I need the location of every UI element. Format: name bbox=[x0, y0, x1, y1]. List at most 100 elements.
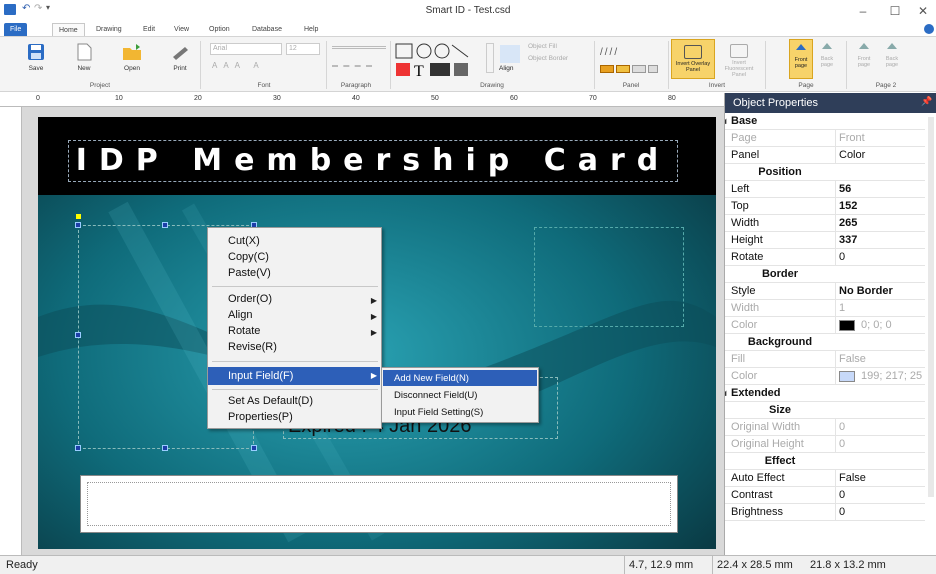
object-fill-button[interactable]: Object Fill bbox=[528, 43, 557, 50]
property-value[interactable]: 0; 0; 0 bbox=[861, 317, 892, 334]
submenu-item-disconnect-field[interactable]: Disconnect Field(U) bbox=[394, 390, 477, 401]
help-icon[interactable] bbox=[924, 24, 934, 34]
selection-handle[interactable] bbox=[75, 332, 81, 338]
font-size-select[interactable]: 12 bbox=[286, 43, 320, 55]
panel-uv-icon[interactable] bbox=[632, 65, 646, 73]
invert-overlay-panel-button[interactable]: Invert Overlay Panel bbox=[671, 39, 715, 79]
new-button[interactable]: New bbox=[66, 43, 102, 72]
close-button[interactable]: ✕ bbox=[908, 2, 936, 20]
selection-handle[interactable] bbox=[75, 222, 81, 228]
page2-back-button[interactable]: Back page bbox=[880, 39, 904, 79]
property-value[interactable]: 337 bbox=[839, 232, 857, 249]
tab-help[interactable]: Help bbox=[298, 23, 324, 36]
tab-edit[interactable]: Edit bbox=[137, 23, 161, 36]
property-row[interactable]: Effect bbox=[725, 453, 925, 470]
font-name-select[interactable]: Arial bbox=[210, 43, 282, 55]
property-value[interactable]: False bbox=[839, 470, 866, 487]
front-page-button[interactable]: Front page bbox=[789, 39, 813, 79]
properties-scrollbar[interactable] bbox=[928, 117, 934, 497]
property-row[interactable]: Size bbox=[725, 402, 925, 419]
property-value[interactable]: False bbox=[839, 351, 866, 368]
menu-item-properties[interactable]: Properties(P) bbox=[228, 411, 293, 423]
property-value[interactable]: 152 bbox=[839, 198, 857, 215]
invert-fluorescent-panel-button[interactable]: Invert Fluorescent Panel bbox=[717, 39, 761, 79]
panel-color-icon[interactable] bbox=[600, 65, 614, 73]
property-row[interactable]: Panel Color bbox=[725, 147, 925, 164]
align-label[interactable]: Align bbox=[499, 65, 513, 72]
property-row[interactable]: Border bbox=[725, 266, 925, 283]
paragraph-align-icon[interactable] bbox=[332, 46, 386, 50]
menu-item-paste[interactable]: Paste(V) bbox=[228, 267, 271, 279]
property-value[interactable]: 265 bbox=[839, 215, 857, 232]
tab-home[interactable]: Home bbox=[52, 23, 85, 36]
panel-other-icon[interactable] bbox=[648, 65, 658, 73]
font-style-buttons[interactable]: AAA A bbox=[212, 61, 265, 70]
property-row[interactable]: Top 152 bbox=[725, 198, 925, 215]
line-style-icon[interactable] bbox=[332, 65, 372, 67]
print-button[interactable]: Print bbox=[162, 43, 198, 72]
property-row[interactable]: Page Front bbox=[725, 130, 925, 147]
panel-overlay-icon[interactable] bbox=[616, 65, 630, 73]
menu-item-revise[interactable]: Revise(R) bbox=[228, 341, 277, 353]
tab-view[interactable]: View bbox=[168, 23, 195, 36]
property-row[interactable]: Position bbox=[725, 164, 925, 181]
property-row[interactable]: Background bbox=[725, 334, 925, 351]
property-value[interactable]: No Border bbox=[839, 283, 893, 300]
property-row[interactable]: Original Height 0 bbox=[725, 436, 925, 453]
menu-item-order[interactable]: Order(O) bbox=[228, 293, 272, 305]
property-row[interactable]: Brightness 0 bbox=[725, 504, 925, 521]
menu-item-copy[interactable]: Copy(C) bbox=[228, 251, 269, 263]
save-button[interactable]: Save bbox=[18, 43, 54, 72]
tab-drawing[interactable]: Drawing bbox=[90, 23, 128, 36]
property-value[interactable]: Color bbox=[839, 147, 865, 164]
selection-handle[interactable] bbox=[251, 445, 257, 451]
property-row[interactable]: Left 56 bbox=[725, 181, 925, 198]
tab-option[interactable]: Option bbox=[203, 23, 236, 36]
property-row[interactable]: Base ◢ bbox=[725, 113, 925, 130]
menu-item-set-as-default[interactable]: Set As Default(D) bbox=[228, 395, 313, 407]
align-icon[interactable] bbox=[500, 45, 520, 63]
property-value[interactable]: 0 bbox=[839, 436, 845, 453]
property-row[interactable]: Fill False bbox=[725, 351, 925, 368]
open-button[interactable]: Open bbox=[114, 43, 150, 72]
property-value[interactable]: 0 bbox=[839, 419, 845, 436]
property-value[interactable]: 0 bbox=[839, 504, 845, 521]
property-value[interactable]: Front bbox=[839, 130, 865, 147]
property-row[interactable]: Width 265 bbox=[725, 215, 925, 232]
text-field-frame[interactable] bbox=[534, 227, 684, 327]
property-row[interactable]: Color 0; 0; 0 bbox=[725, 317, 925, 334]
maximize-button[interactable]: ☐ bbox=[880, 2, 910, 20]
property-row[interactable]: Color 199; 217; 25 bbox=[725, 368, 925, 385]
minimize-button[interactable]: – bbox=[848, 2, 878, 20]
property-row[interactable]: Original Width 0 bbox=[725, 419, 925, 436]
selection-handle[interactable] bbox=[162, 445, 168, 451]
shape-tools-icon[interactable]: T bbox=[394, 41, 484, 79]
card-title-text[interactable]: IDP Membership Card bbox=[68, 140, 678, 182]
back-page-button[interactable]: Back page bbox=[815, 39, 839, 79]
submenu-item-input-field-setting[interactable]: Input Field Setting(S) bbox=[394, 407, 483, 418]
collapse-triangle-icon[interactable]: ◢ bbox=[725, 113, 726, 130]
property-value[interactable]: 56 bbox=[839, 181, 851, 198]
menu-item-align[interactable]: Align bbox=[228, 309, 252, 321]
tab-database[interactable]: Database bbox=[246, 23, 288, 36]
selection-handle[interactable] bbox=[162, 222, 168, 228]
property-value[interactable]: 1 bbox=[839, 300, 845, 317]
pen-tools-icon[interactable]: //// bbox=[600, 47, 619, 58]
property-row[interactable]: Rotate 0 bbox=[725, 249, 925, 266]
menu-item-input-field[interactable]: Input Field(F) bbox=[208, 367, 380, 385]
pin-icon[interactable]: 📌 bbox=[921, 96, 932, 107]
menu-item-rotate[interactable]: Rotate bbox=[228, 325, 260, 337]
submenu-item-add-new-field[interactable]: Add New Field(N) bbox=[394, 373, 469, 384]
property-row[interactable]: Auto Effect False bbox=[725, 470, 925, 487]
rotate-handle[interactable] bbox=[76, 214, 81, 219]
tab-file[interactable]: File bbox=[4, 23, 28, 36]
property-row[interactable]: Extended ◢ bbox=[725, 385, 925, 402]
object-border-button[interactable]: Object Border bbox=[528, 55, 568, 62]
property-value[interactable]: 0 bbox=[839, 487, 845, 504]
selection-handle[interactable] bbox=[75, 445, 81, 451]
property-row[interactable]: Width 1 bbox=[725, 300, 925, 317]
barcode-field[interactable] bbox=[80, 475, 678, 533]
property-row[interactable]: Height 337 bbox=[725, 232, 925, 249]
property-value[interactable]: 199; 217; 25 bbox=[861, 368, 922, 385]
page2-front-button[interactable]: Front page bbox=[852, 39, 876, 79]
